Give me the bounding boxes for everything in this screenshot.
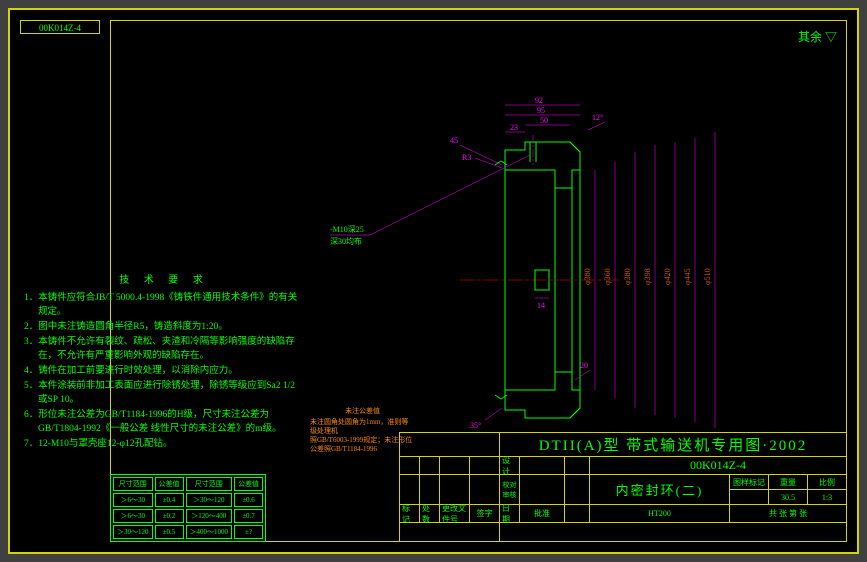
tech-req-item: 2．图中未注铸造圆角半径R5，铸造斜度为1:20。 bbox=[24, 320, 304, 334]
tech-req-title: 技 术 要 求 bbox=[24, 274, 304, 288]
tech-req-item: 7．12-M10与罩壳座12-φ12孔配钻。 bbox=[24, 437, 304, 451]
svg-text:12°: 12° bbox=[592, 113, 603, 122]
svg-text:12-M10深25: 12-M10深25 bbox=[330, 225, 364, 234]
svg-text:95: 95 bbox=[537, 106, 545, 115]
svg-text:孔深30均布: 孔深30均布 bbox=[330, 236, 362, 246]
svg-text:φ398: φ398 bbox=[643, 268, 652, 285]
hole-callout: 12-M10深25 孔深30均布 bbox=[330, 155, 530, 246]
lower-section bbox=[505, 372, 580, 418]
svg-text:92: 92 bbox=[535, 96, 543, 105]
svg-text:35°: 35° bbox=[470, 421, 481, 430]
svg-text:14: 14 bbox=[537, 301, 545, 310]
tech-req-item: 5．本件涂装前非加工表面应进行除锈处理，除锈等级应到Sa2 1/2或SP 10。 bbox=[24, 379, 304, 407]
left-leaders: 45 R3 bbox=[450, 136, 502, 168]
upper-section bbox=[505, 135, 580, 188]
tolerance-table: 尺寸范围公差值尺寸范围公差值 ＞6～30±0.4＞30～120±0.6 ＞6～3… bbox=[110, 474, 266, 542]
material: HT200 bbox=[590, 505, 730, 522]
svg-text:45: 45 bbox=[450, 136, 458, 145]
svg-text:20: 20 bbox=[580, 361, 588, 370]
surface-finish-note: 其余 ▽ bbox=[798, 28, 837, 45]
svg-text:φ380: φ380 bbox=[583, 268, 592, 285]
section-view: 92 95 50 23 12° 45 R3 12-M10 bbox=[330, 70, 750, 440]
title-block: DTII(A)型 带式输送机专用图·2002 设计 00K014Z-4 校对 审… bbox=[399, 432, 847, 542]
diameter-dims: φ380 φ360 φ380 φ398 φ420 φ445 φ510 bbox=[583, 132, 715, 428]
drawing-frame: 00K014Z-4 其余 ▽ bbox=[8, 8, 859, 554]
svg-text:φ510: φ510 bbox=[703, 268, 712, 285]
tech-req-item: 6．形位未注公差为GB/T1184-1996的H级，尺寸未注公差为GB/T180… bbox=[24, 408, 304, 436]
svg-text:φ445: φ445 bbox=[683, 268, 692, 285]
drawing-tag: 00K014Z-4 bbox=[20, 20, 100, 34]
main-title: DTII(A)型 带式输送机专用图·2002 bbox=[500, 433, 846, 456]
svg-text:φ420: φ420 bbox=[663, 268, 672, 285]
svg-text:R3: R3 bbox=[462, 153, 471, 162]
technical-requirements: 技 术 要 求 1．本铸件应符合JB/T 5000.4-1998《铸铁件通用技术… bbox=[24, 274, 304, 452]
drawing-number: 00K014Z-4 bbox=[590, 457, 846, 474]
svg-text:50: 50 bbox=[540, 116, 548, 125]
tech-req-item: 4．铸件在加工前要进行时效处理，以消除内应力。 bbox=[24, 364, 304, 378]
tech-req-item: 3．本铸件不允许有裂纹、疏松、夹渣和冷隔等影响强度的缺陷存在，不允许有严重影响外… bbox=[24, 335, 304, 363]
part-name: 内密封环(二) bbox=[590, 475, 730, 504]
svg-text:φ360: φ360 bbox=[603, 268, 612, 285]
tech-req-item: 1．本铸件应符合JB/T 5000.4-1998《铸铁件通用技术条件》的有关规定… bbox=[24, 291, 304, 319]
top-dims: 92 95 50 23 12° bbox=[505, 96, 605, 132]
svg-text:φ380: φ380 bbox=[623, 268, 632, 285]
svg-text:23: 23 bbox=[510, 123, 518, 132]
